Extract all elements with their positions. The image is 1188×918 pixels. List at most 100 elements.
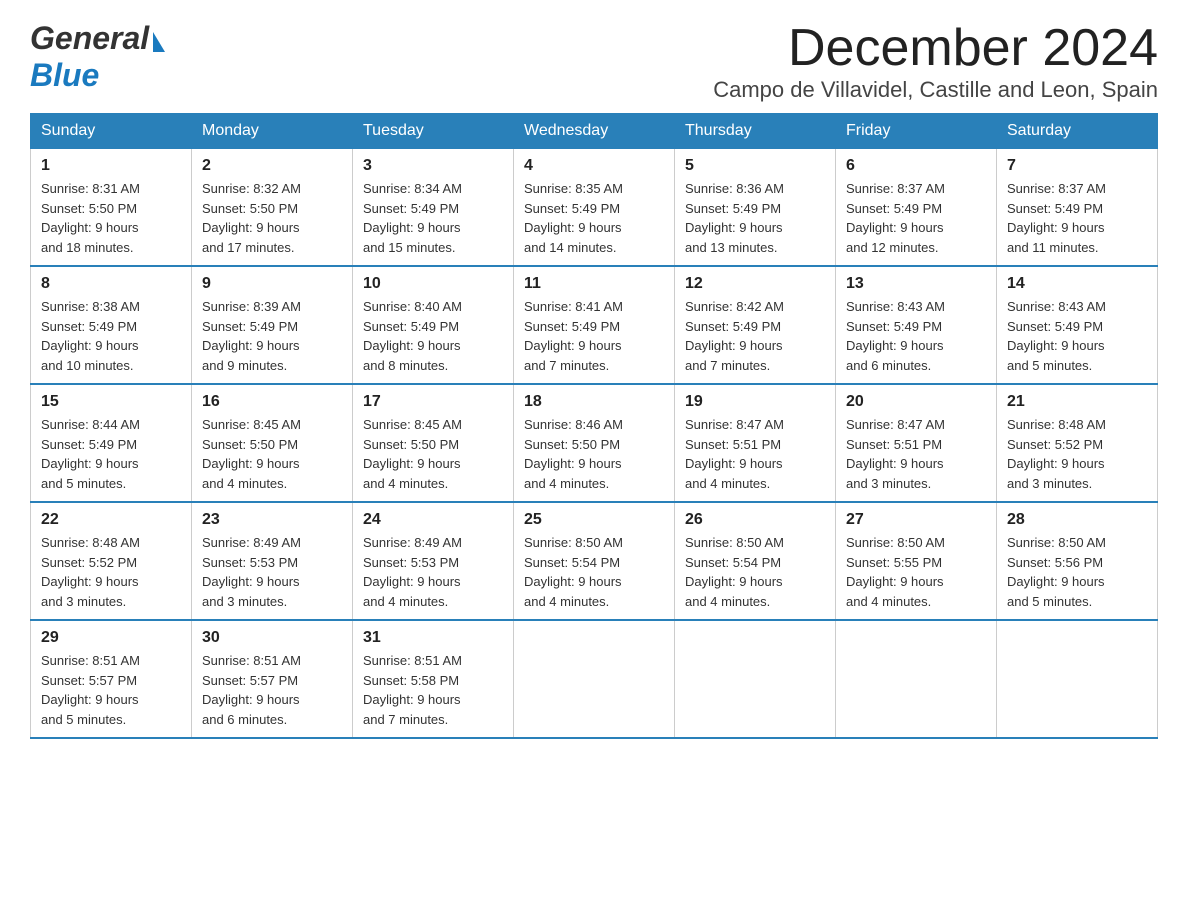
calendar-week-row: 1 Sunrise: 8:31 AMSunset: 5:50 PMDaylight… bbox=[31, 149, 1158, 267]
day-info: Sunrise: 8:48 AMSunset: 5:52 PMDaylight:… bbox=[41, 533, 181, 611]
table-row: 17Sunrise: 8:45 AMSunset: 5:50 PMDayligh… bbox=[353, 384, 514, 502]
day-number: 14 bbox=[1007, 275, 1147, 293]
table-row bbox=[836, 620, 997, 738]
logo: General Blue bbox=[30, 20, 165, 94]
day-info: Sunrise: 8:34 AMSunset: 5:49 PMDaylight:… bbox=[363, 179, 503, 257]
table-row: 3 Sunrise: 8:34 AMSunset: 5:49 PMDaylight… bbox=[353, 149, 514, 267]
day-info: Sunrise: 8:51 AMSunset: 5:58 PMDaylight:… bbox=[363, 651, 503, 729]
day-info: Sunrise: 8:43 AMSunset: 5:49 PMDaylight:… bbox=[1007, 297, 1147, 375]
day-info: Sunrise: 8:51 AMSunset: 5:57 PMDaylight:… bbox=[41, 651, 181, 729]
table-row: 9 Sunrise: 8:39 AMSunset: 5:49 PMDaylight… bbox=[192, 266, 353, 384]
table-row: 10 Sunrise: 8:40 AMSunset: 5:49 PMDayligh… bbox=[353, 266, 514, 384]
day-number: 22 bbox=[41, 511, 181, 529]
day-info: Sunrise: 8:47 AMSunset: 5:51 PMDaylight:… bbox=[685, 415, 825, 493]
day-info: Sunrise: 8:43 AMSunset: 5:49 PMDaylight:… bbox=[846, 297, 986, 375]
table-row: 31 Sunrise: 8:51 AMSunset: 5:58 PMDayligh… bbox=[353, 620, 514, 738]
day-info: Sunrise: 8:44 AMSunset: 5:49 PMDaylight:… bbox=[41, 415, 181, 493]
day-info: Sunrise: 8:47 AMSunset: 5:51 PMDaylight:… bbox=[846, 415, 986, 493]
col-saturday: Saturday bbox=[997, 114, 1158, 149]
day-number: 20 bbox=[846, 393, 986, 411]
day-number: 29 bbox=[41, 629, 181, 647]
day-number: 21 bbox=[1007, 393, 1147, 411]
day-number: 24 bbox=[363, 511, 503, 529]
table-row: 27Sunrise: 8:50 AMSunset: 5:55 PMDayligh… bbox=[836, 502, 997, 620]
day-info: Sunrise: 8:42 AMSunset: 5:49 PMDaylight:… bbox=[685, 297, 825, 375]
day-number: 23 bbox=[202, 511, 342, 529]
table-row: 16Sunrise: 8:45 AMSunset: 5:50 PMDayligh… bbox=[192, 384, 353, 502]
day-info: Sunrise: 8:31 AMSunset: 5:50 PMDaylight:… bbox=[41, 179, 181, 257]
day-number: 9 bbox=[202, 275, 342, 293]
month-title: December 2024 bbox=[713, 20, 1158, 77]
day-info: Sunrise: 8:36 AMSunset: 5:49 PMDaylight:… bbox=[685, 179, 825, 257]
table-row: 1 Sunrise: 8:31 AMSunset: 5:50 PMDaylight… bbox=[31, 149, 192, 267]
day-info: Sunrise: 8:46 AMSunset: 5:50 PMDaylight:… bbox=[524, 415, 664, 493]
table-row bbox=[997, 620, 1158, 738]
day-info: Sunrise: 8:49 AMSunset: 5:53 PMDaylight:… bbox=[202, 533, 342, 611]
day-number: 28 bbox=[1007, 511, 1147, 529]
day-number: 5 bbox=[685, 157, 825, 175]
day-number: 18 bbox=[524, 393, 664, 411]
day-info: Sunrise: 8:50 AMSunset: 5:54 PMDaylight:… bbox=[685, 533, 825, 611]
logo-triangle-icon bbox=[153, 32, 165, 52]
day-info: Sunrise: 8:49 AMSunset: 5:53 PMDaylight:… bbox=[363, 533, 503, 611]
table-row: 19Sunrise: 8:47 AMSunset: 5:51 PMDayligh… bbox=[675, 384, 836, 502]
table-row: 12 Sunrise: 8:42 AMSunset: 5:49 PMDayligh… bbox=[675, 266, 836, 384]
table-row: 23 Sunrise: 8:49 AMSunset: 5:53 PMDayligh… bbox=[192, 502, 353, 620]
table-row: 20 Sunrise: 8:47 AMSunset: 5:51 PMDayligh… bbox=[836, 384, 997, 502]
calendar-table: Sunday Monday Tuesday Wednesday Thursday… bbox=[30, 113, 1158, 739]
table-row: 11 Sunrise: 8:41 AMSunset: 5:49 PMDayligh… bbox=[514, 266, 675, 384]
col-sunday: Sunday bbox=[31, 114, 192, 149]
day-info: Sunrise: 8:32 AMSunset: 5:50 PMDaylight:… bbox=[202, 179, 342, 257]
col-thursday: Thursday bbox=[675, 114, 836, 149]
day-info: Sunrise: 8:40 AMSunset: 5:49 PMDaylight:… bbox=[363, 297, 503, 375]
location-title: Campo de Villavidel, Castille and Leon, … bbox=[713, 77, 1158, 103]
calendar-week-row: 29 Sunrise: 8:51 AMSunset: 5:57 PMDayligh… bbox=[31, 620, 1158, 738]
day-number: 3 bbox=[363, 157, 503, 175]
day-number: 1 bbox=[41, 157, 181, 175]
table-row: 7 Sunrise: 8:37 AMSunset: 5:49 PMDaylight… bbox=[997, 149, 1158, 267]
day-info: Sunrise: 8:48 AMSunset: 5:52 PMDaylight:… bbox=[1007, 415, 1147, 493]
day-number: 30 bbox=[202, 629, 342, 647]
table-row: 4 Sunrise: 8:35 AMSunset: 5:49 PMDaylight… bbox=[514, 149, 675, 267]
day-number: 10 bbox=[363, 275, 503, 293]
table-row: 29 Sunrise: 8:51 AMSunset: 5:57 PMDayligh… bbox=[31, 620, 192, 738]
day-info: Sunrise: 8:37 AMSunset: 5:49 PMDaylight:… bbox=[1007, 179, 1147, 257]
day-info: Sunrise: 8:50 AMSunset: 5:56 PMDaylight:… bbox=[1007, 533, 1147, 611]
day-number: 26 bbox=[685, 511, 825, 529]
table-row: 13 Sunrise: 8:43 AMSunset: 5:49 PMDayligh… bbox=[836, 266, 997, 384]
col-tuesday: Tuesday bbox=[353, 114, 514, 149]
table-row: 5 Sunrise: 8:36 AMSunset: 5:49 PMDaylight… bbox=[675, 149, 836, 267]
table-row: 15Sunrise: 8:44 AMSunset: 5:49 PMDayligh… bbox=[31, 384, 192, 502]
col-wednesday: Wednesday bbox=[514, 114, 675, 149]
table-row: 2 Sunrise: 8:32 AMSunset: 5:50 PMDaylight… bbox=[192, 149, 353, 267]
day-info: Sunrise: 8:45 AMSunset: 5:50 PMDaylight:… bbox=[363, 415, 503, 493]
table-row: 21 Sunrise: 8:48 AMSunset: 5:52 PMDayligh… bbox=[997, 384, 1158, 502]
day-info: Sunrise: 8:45 AMSunset: 5:50 PMDaylight:… bbox=[202, 415, 342, 493]
page-header: General Blue December 2024 Campo de Vill… bbox=[30, 20, 1158, 103]
day-number: 4 bbox=[524, 157, 664, 175]
day-number: 12 bbox=[685, 275, 825, 293]
day-info: Sunrise: 8:50 AMSunset: 5:54 PMDaylight:… bbox=[524, 533, 664, 611]
table-row: 22 Sunrise: 8:48 AMSunset: 5:52 PMDayligh… bbox=[31, 502, 192, 620]
table-row: 14 Sunrise: 8:43 AMSunset: 5:49 PMDayligh… bbox=[997, 266, 1158, 384]
col-monday: Monday bbox=[192, 114, 353, 149]
table-row: 8Sunrise: 8:38 AMSunset: 5:49 PMDaylight… bbox=[31, 266, 192, 384]
day-info: Sunrise: 8:35 AMSunset: 5:49 PMDaylight:… bbox=[524, 179, 664, 257]
day-number: 11 bbox=[524, 275, 664, 293]
day-number: 25 bbox=[524, 511, 664, 529]
table-row: 24 Sunrise: 8:49 AMSunset: 5:53 PMDayligh… bbox=[353, 502, 514, 620]
day-number: 31 bbox=[363, 629, 503, 647]
table-row bbox=[514, 620, 675, 738]
day-info: Sunrise: 8:39 AMSunset: 5:49 PMDaylight:… bbox=[202, 297, 342, 375]
table-row: 26 Sunrise: 8:50 AMSunset: 5:54 PMDayligh… bbox=[675, 502, 836, 620]
day-number: 7 bbox=[1007, 157, 1147, 175]
day-info: Sunrise: 8:50 AMSunset: 5:55 PMDaylight:… bbox=[846, 533, 986, 611]
day-number: 2 bbox=[202, 157, 342, 175]
table-row: 28 Sunrise: 8:50 AMSunset: 5:56 PMDayligh… bbox=[997, 502, 1158, 620]
table-row: 25 Sunrise: 8:50 AMSunset: 5:54 PMDayligh… bbox=[514, 502, 675, 620]
calendar-week-row: 8Sunrise: 8:38 AMSunset: 5:49 PMDaylight… bbox=[31, 266, 1158, 384]
day-number: 13 bbox=[846, 275, 986, 293]
table-row: 18 Sunrise: 8:46 AMSunset: 5:50 PMDayligh… bbox=[514, 384, 675, 502]
day-info: Sunrise: 8:41 AMSunset: 5:49 PMDaylight:… bbox=[524, 297, 664, 375]
table-row bbox=[675, 620, 836, 738]
